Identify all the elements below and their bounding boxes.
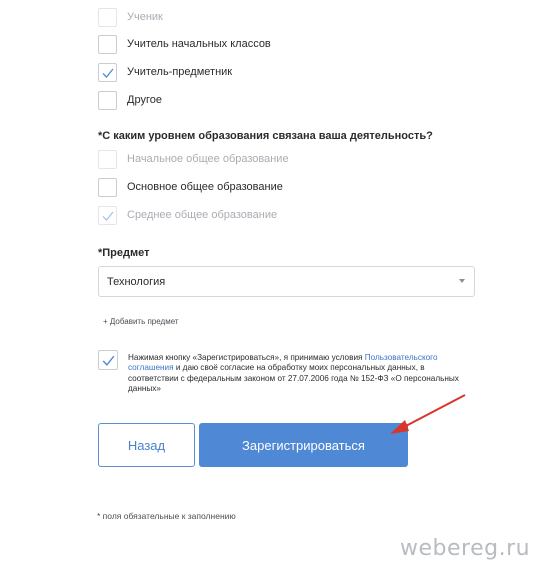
checkbox[interactable]: [98, 7, 117, 27]
checkbox[interactable]: [98, 90, 117, 110]
checkbox-label: Начальное общее образование: [127, 153, 289, 165]
subject-select[interactable]: Технология: [98, 266, 475, 297]
checkbox-label: Основное общее образование: [127, 181, 283, 193]
add-subject-link[interactable]: + Добавить предмет: [103, 317, 179, 326]
occupation-option-other[interactable]: Другое: [98, 89, 162, 111]
checkbox-label: Ученик: [127, 11, 163, 23]
watermark: webereg.ru: [400, 536, 531, 561]
checkmark-icon: [102, 211, 114, 221]
consent-text-before: Нажимая кнопку «Зарегистрироваться», я п…: [128, 353, 363, 362]
checkbox[interactable]: [98, 34, 117, 54]
register-button[interactable]: Зарегистрироваться: [199, 423, 408, 467]
checkmark-icon: [102, 355, 115, 366]
required-fields-note: * поля обязательные к заполнению: [97, 511, 236, 521]
education-section-title: *С каким уровнем образования связана ваш…: [98, 130, 433, 142]
checkbox-label: Учитель начальных классов: [127, 38, 271, 50]
back-button[interactable]: Назад: [98, 423, 195, 467]
chevron-down-icon: [459, 279, 465, 283]
consent-text-after: и даю своё согласие на обработку моих пе…: [128, 363, 459, 393]
checkbox-label: Среднее общее образование: [127, 209, 278, 221]
occupation-option-primary-teacher[interactable]: Учитель начальных классов: [98, 33, 271, 55]
checkbox[interactable]: [98, 62, 117, 82]
checkbox[interactable]: [98, 177, 117, 197]
red-arrow-annotation: [390, 394, 466, 434]
consent-text: Нажимая кнопку «Зарегистрироваться», я п…: [128, 353, 473, 394]
checkbox-label: Другое: [127, 94, 162, 106]
education-option-primary[interactable]: Начальное общее образование: [98, 148, 289, 170]
occupation-option-student[interactable]: Ученик: [98, 6, 163, 28]
checkbox[interactable]: [98, 205, 117, 225]
consent-checkbox[interactable]: [98, 350, 118, 370]
checkbox-label: Учитель-предметник: [127, 66, 233, 78]
occupation-option-subject-teacher[interactable]: Учитель-предметник: [98, 61, 232, 83]
education-option-basic[interactable]: Основное общее образование: [98, 176, 283, 198]
checkbox[interactable]: [98, 149, 117, 169]
education-option-secondary[interactable]: Среднее общее образование: [98, 204, 277, 226]
subject-select-value: Технология: [107, 276, 166, 288]
subject-label: *Предмет: [98, 247, 150, 259]
checkmark-icon: [102, 68, 114, 78]
